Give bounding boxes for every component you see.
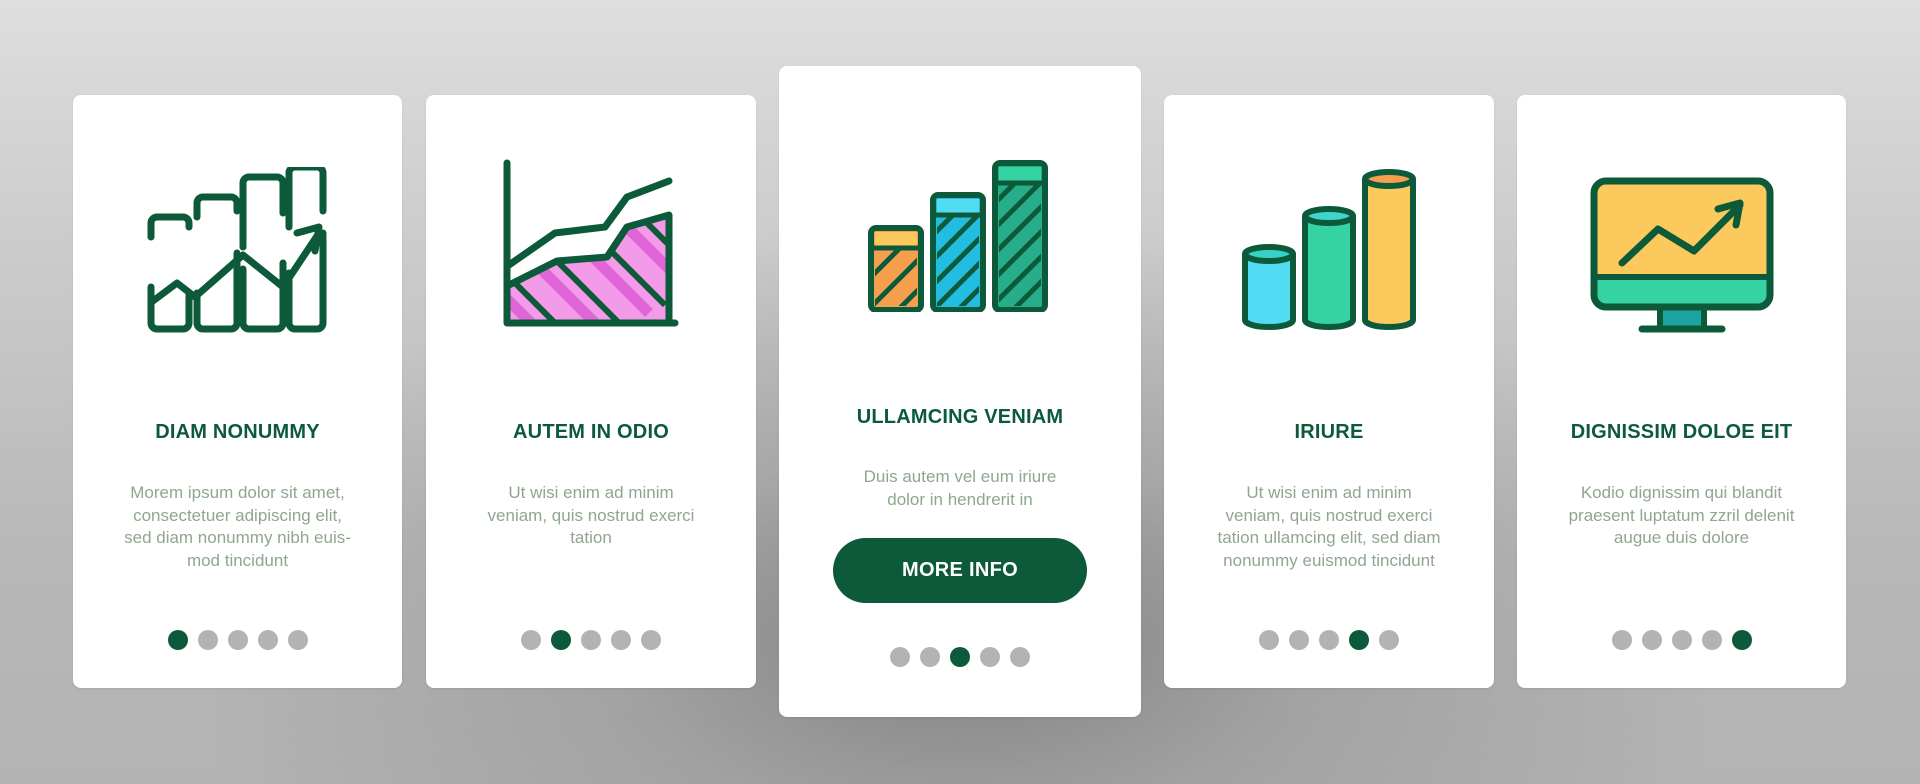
card-title: IRIURE: [1294, 421, 1364, 443]
pagination-dot-1[interactable]: [890, 647, 910, 667]
card-description: Ut wisi enim ad minim veniam, quis nostr…: [487, 483, 695, 547]
icon-container: [779, 160, 1141, 312]
pagination-dots: [426, 630, 756, 650]
icon-container: [426, 153, 756, 331]
monitor-growth-chart-icon: [1590, 177, 1773, 333]
icon-container: [1164, 166, 1494, 332]
card-description: Morem ipsum dolor sit amet, consectetuer…: [124, 483, 351, 570]
pagination-dot-3[interactable]: [1671, 630, 1692, 650]
pagination-dot-3[interactable]: [581, 630, 601, 650]
pagination-dot-1[interactable]: [1259, 630, 1279, 650]
pagination-dot-5[interactable]: [1010, 647, 1030, 667]
icon-container: [73, 167, 402, 333]
more-info-button[interactable]: MORE INFO: [833, 538, 1087, 603]
pagination-dot-3[interactable]: [1319, 630, 1339, 650]
striped-bar-chart-icon: [868, 160, 1048, 312]
pagination-dot-2[interactable]: [197, 630, 218, 650]
pagination-dot-1[interactable]: [521, 630, 541, 650]
pagination-dot-1[interactable]: [1611, 630, 1632, 650]
pagination-dots: [73, 630, 402, 650]
pagination-dots: [1164, 630, 1494, 650]
pagination-dot-5[interactable]: [1379, 630, 1399, 650]
pagination-dot-4[interactable]: [1701, 630, 1722, 650]
onboarding-card-2: AUTEM IN ODIO Ut wisi enim ad minim veni…: [426, 95, 756, 688]
pagination-dot-2[interactable]: [1641, 630, 1662, 650]
pagination-dot-5[interactable]: [641, 630, 661, 650]
card-title: AUTEM IN ODIO: [513, 421, 669, 443]
pagination-dot-5[interactable]: [287, 630, 308, 650]
card-description: Ut wisi enim ad minim veniam, quis nostr…: [1217, 483, 1441, 570]
area-chart-icon: [503, 159, 679, 327]
onboarding-card-3: ULLAMCING VENIAM Duis autem vel eum iriu…: [779, 66, 1141, 717]
pagination-dot-4[interactable]: [257, 630, 278, 650]
pagination-dot-4[interactable]: [1349, 630, 1369, 650]
pagination-dot-1[interactable]: [167, 630, 188, 650]
card-title: DIGNISSIM DOLOE EIT: [1570, 421, 1793, 443]
pagination-dot-5[interactable]: [1731, 630, 1752, 650]
card-description: Duis autem vel eum iriure dolor in hendr…: [863, 467, 1057, 509]
icon-container: [1517, 177, 1846, 337]
pagination-dot-2[interactable]: [551, 630, 571, 650]
pagination-dot-3[interactable]: [227, 630, 248, 650]
pagination-dots: [1517, 630, 1846, 650]
onboarding-card-5: DIGNISSIM DOLOE EIT Kodio dignissim qui …: [1517, 95, 1846, 688]
bar-chart-growth-arrow-icon: [147, 167, 326, 333]
card-description: Kodio dignissim qui blandit praesent lup…: [1568, 483, 1795, 547]
cylinder-bar-chart-icon: [1242, 169, 1416, 330]
card-title: ULLAMCING VENIAM: [856, 406, 1064, 428]
onboarding-card-4: IRIURE Ut wisi enim ad minim veniam, qui…: [1164, 95, 1494, 688]
pagination-dot-3[interactable]: [950, 647, 970, 667]
pagination-dot-2[interactable]: [920, 647, 940, 667]
card-title: DIAM NONUMMY: [155, 421, 320, 443]
pagination-dot-4[interactable]: [611, 630, 631, 650]
onboarding-card-1: DIAM NONUMMY Morem ipsum dolor sit amet,…: [73, 95, 402, 688]
pagination-dots: [779, 647, 1141, 667]
pagination-dot-4[interactable]: [980, 647, 1000, 667]
pagination-dot-2[interactable]: [1289, 630, 1309, 650]
